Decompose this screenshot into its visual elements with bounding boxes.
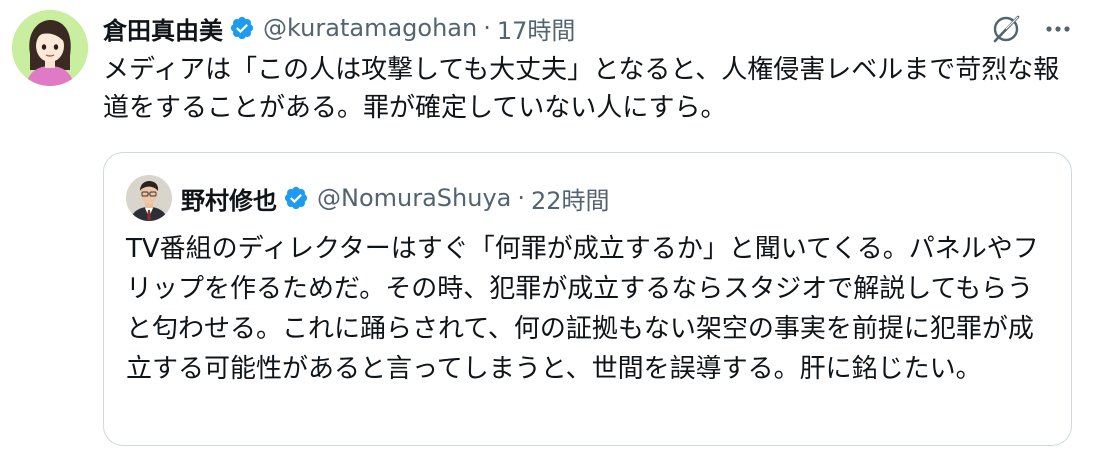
quoted-author-display-name[interactable]: 野村修也 — [181, 181, 277, 216]
grok-icon[interactable] — [990, 13, 1022, 45]
verified-badge-icon — [283, 185, 309, 211]
quoted-header-separator: · — [517, 184, 526, 212]
tweet-text: メディアは「この人は攻撃しても大丈夫」となると、人権侵害レベルまで苛烈な報道をす… — [103, 55, 1060, 123]
quoted-tweet-text: TV番組のディレクターはすぐ「何罪が成立するか」と聞いてくる。パネルやフリップを… — [126, 234, 1039, 384]
author-avatar[interactable] — [12, 10, 88, 86]
quoted-author-photo — [126, 175, 172, 221]
tweet-header: 倉田真由美 @kuratamagohan · 17時間 — [103, 10, 575, 46]
quoted-author-avatar[interactable] — [126, 175, 172, 221]
more-options-icon[interactable] — [1042, 13, 1074, 45]
quoted-author-handle[interactable]: @NomuraShuya — [317, 184, 511, 212]
author-display-name[interactable]: 倉田真由美 — [103, 11, 223, 46]
author-handle[interactable]: @kuratamagohan — [263, 14, 477, 42]
quoted-tweet-card[interactable]: 野村修也 @NomuraShuya · 22時間 TV番組のディレクターはすぐ「… — [103, 152, 1072, 446]
header-separator: · — [483, 14, 491, 42]
quoted-tweet-timestamp[interactable]: 22時間 — [531, 181, 610, 216]
author-avatar-illustration — [12, 10, 88, 86]
quoted-tweet-header: 野村修也 @NomuraShuya · 22時間 — [181, 179, 610, 217]
tweet-timestamp[interactable]: 17時間 — [497, 11, 576, 46]
verified-badge-icon — [229, 15, 255, 41]
